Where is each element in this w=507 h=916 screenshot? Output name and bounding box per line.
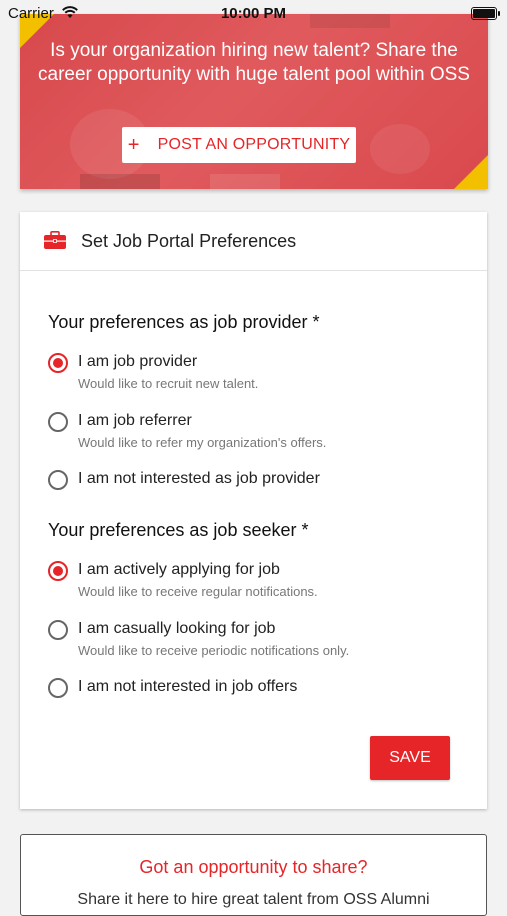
- banner-message: Is your organization hiring new talent? …: [38, 40, 470, 85]
- option-description: Would like to refer my organization's of…: [78, 435, 327, 450]
- option-label: I am not interested in job offers: [78, 678, 298, 695]
- option-label: I am not interested as job provider: [78, 470, 320, 487]
- banner-corner-ribbon: [454, 155, 488, 189]
- card-header: Set Job Portal Preferences: [20, 212, 487, 271]
- provider-section-title: Your preferences as job provider *: [48, 312, 320, 332]
- banner-background-shape: [210, 174, 280, 189]
- option-description: Would like to receive regular notificati…: [78, 584, 318, 599]
- option-description: Would like to receive periodic notificat…: [78, 643, 350, 658]
- radio-checked-icon[interactable]: [48, 561, 68, 581]
- share-title: Got an opportunity to share?: [139, 857, 368, 877]
- post-opportunity-label: POST AN OPPORTUNITY: [157, 136, 351, 153]
- post-opportunity-button[interactable]: + POST AN OPPORTUNITY: [122, 127, 356, 163]
- banner-background-shape: [370, 124, 430, 174]
- briefcase-icon: [44, 231, 66, 249]
- status-bar: Carrier 10:00 PM: [0, 0, 507, 26]
- radio-unchecked-icon[interactable]: [48, 470, 68, 490]
- radio-checked-icon[interactable]: [48, 353, 68, 373]
- option-label: I am actively applying for job: [78, 561, 280, 578]
- seeker-section-title: Your preferences as job seeker *: [48, 520, 309, 540]
- radio-unchecked-icon[interactable]: [48, 620, 68, 640]
- radio-unchecked-icon[interactable]: [48, 678, 68, 698]
- save-button[interactable]: SAVE: [370, 736, 450, 780]
- share-opportunity-card[interactable]: Got an opportunity to share? Share it he…: [20, 834, 487, 916]
- radio-unchecked-icon[interactable]: [48, 412, 68, 432]
- clock: 10:00 PM: [220, 5, 287, 22]
- promo-banner: Is your organization hiring new talent? …: [20, 14, 488, 189]
- card-title: Set Job Portal Preferences: [81, 231, 297, 251]
- option-description: Would like to recruit new talent.: [78, 376, 259, 391]
- banner-background-shape: [80, 174, 160, 189]
- option-label: I am job referrer: [78, 412, 192, 429]
- job-portal-preferences-card: Set Job Portal Preferences Your preferen…: [20, 212, 487, 809]
- option-label: I am job provider: [78, 353, 198, 370]
- option-label: I am casually looking for job: [78, 620, 276, 637]
- battery-icon: [471, 7, 500, 20]
- plus-icon: +: [127, 134, 140, 156]
- share-description: Share it here to hire great talent from …: [77, 891, 430, 908]
